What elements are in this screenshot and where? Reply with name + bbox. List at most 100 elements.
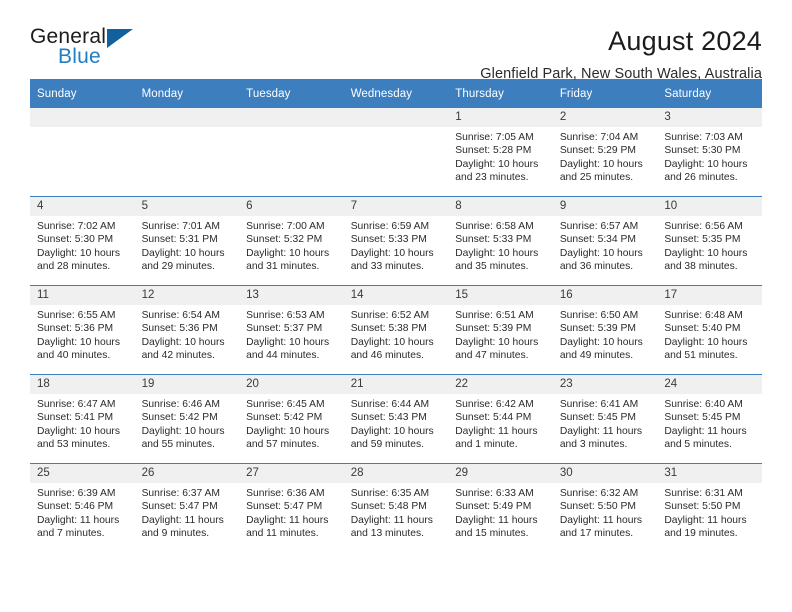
calendar-day-cell[interactable]: 6 Sunrise: 7:00 AM Sunset: 5:32 PM Daylight… — [239, 196, 344, 286]
sunrise-text: Sunrise: 6:42 AM — [455, 399, 534, 410]
daylight-text: Daylight: 10 hours and 49 minutes. — [559, 336, 643, 362]
sunrise-text: Sunrise: 6:40 AM — [664, 399, 743, 410]
day-details: Sunrise: 6:32 AM Sunset: 5:50 PM Daylight:… — [553, 483, 658, 541]
sunrise-text: Sunrise: 6:37 AM — [141, 488, 220, 499]
header-titles: August 2024 Glenfield Park, New South Wa… — [145, 26, 762, 83]
weekday-header-monday: Monday — [134, 79, 240, 108]
calendar-day-cell[interactable]: 17 Sunrise: 6:48 AM Sunset: 5:40 PM Dayligh… — [657, 285, 762, 375]
calendar-page: General Blue August 2024 Glenfield Park,… — [0, 0, 792, 612]
daylight-text: Daylight: 10 hours and 29 minutes. — [141, 247, 225, 273]
sunset-text: Sunset: 5:34 PM — [559, 234, 636, 246]
sunset-text: Sunset: 5:50 PM — [559, 501, 636, 513]
day-details: Sunrise: 6:59 AM Sunset: 5:33 PM Daylight:… — [344, 216, 449, 274]
day-number: 8 — [448, 197, 553, 216]
calendar-day-cell[interactable]: 12 Sunrise: 6:54 AM Sunset: 5:36 PM Dayligh… — [134, 285, 240, 375]
calendar-day-cell[interactable]: 4 Sunrise: 7:02 AM Sunset: 5:30 PM Daylight… — [30, 196, 135, 286]
calendar-day-cell[interactable]: 16 Sunrise: 6:50 AM Sunset: 5:39 PM Dayligh… — [552, 285, 658, 375]
day-details: Sunrise: 6:56 AM Sunset: 5:35 PM Daylight:… — [657, 216, 762, 274]
sunset-text: Sunset: 5:32 PM — [246, 234, 323, 246]
calendar-day-cell[interactable]: 31 Sunrise: 6:31 AM Sunset: 5:50 PM Dayligh… — [657, 463, 762, 552]
calendar-day-cell[interactable]: 28 Sunrise: 6:35 AM Sunset: 5:48 PM Dayligh… — [343, 463, 449, 552]
day-number: 25 — [30, 464, 135, 483]
day-details: Sunrise: 6:58 AM Sunset: 5:33 PM Daylight:… — [448, 216, 553, 274]
sunset-text: Sunset: 5:28 PM — [455, 145, 532, 157]
sunrise-text: Sunrise: 6:55 AM — [37, 310, 116, 321]
day-details: Sunrise: 7:01 AM Sunset: 5:31 PM Daylight:… — [135, 216, 240, 274]
daylight-text: Daylight: 10 hours and 57 minutes. — [246, 425, 330, 451]
day-number: 23 — [552, 375, 658, 394]
sunset-text: Sunset: 5:39 PM — [455, 323, 532, 335]
day-number: 20 — [239, 375, 344, 394]
sunrise-text: Sunrise: 6:41 AM — [559, 399, 639, 410]
daylight-text: Daylight: 11 hours and 9 minutes. — [141, 514, 224, 540]
calendar-day-cell[interactable]: 20 Sunrise: 6:45 AM Sunset: 5:42 PM Dayligh… — [239, 374, 344, 464]
calendar-day-cell[interactable]: 11 Sunrise: 6:55 AM Sunset: 5:36 PM Dayligh… — [30, 285, 135, 375]
calendar-day-cell[interactable]: 30 Sunrise: 6:32 AM Sunset: 5:50 PM Dayligh… — [552, 463, 658, 552]
calendar-day-cell[interactable]: 19 Sunrise: 6:46 AM Sunset: 5:42 PM Dayligh… — [134, 374, 240, 464]
day-number: 28 — [343, 464, 449, 483]
day-details: Sunrise: 7:04 AM Sunset: 5:29 PM Daylight:… — [553, 127, 658, 185]
sunrise-text: Sunrise: 6:56 AM — [664, 221, 743, 232]
sunrise-text: Sunrise: 6:48 AM — [664, 310, 743, 321]
day-number: 16 — [552, 286, 658, 305]
calendar-day-cell[interactable]: 22 Sunrise: 6:42 AM Sunset: 5:44 PM Dayligh… — [448, 374, 553, 464]
calendar-day-cell[interactable]: 8 Sunrise: 6:58 AM Sunset: 5:33 PM Daylight… — [448, 196, 553, 286]
calendar-week-row: 25 Sunrise: 6:39 AM Sunset: 5:46 PM Dayligh… — [30, 463, 762, 552]
calendar-day-cell[interactable]: 10 Sunrise: 6:56 AM Sunset: 5:35 PM Dayligh… — [657, 196, 762, 286]
calendar-day-cell[interactable]: 18 Sunrise: 6:47 AM Sunset: 5:41 PM Dayligh… — [30, 374, 135, 464]
calendar-day-cell[interactable]: 14 Sunrise: 6:52 AM Sunset: 5:38 PM Dayligh… — [343, 285, 449, 375]
day-details: Sunrise: 6:52 AM Sunset: 5:38 PM Daylight:… — [344, 305, 449, 363]
calendar-day-cell[interactable]: 3 Sunrise: 7:03 AM Sunset: 5:30 PM Daylight… — [657, 108, 762, 197]
day-number: 14 — [343, 286, 449, 305]
sunset-text: Sunset: 5:36 PM — [141, 323, 218, 335]
calendar-day-cell[interactable]: 7 Sunrise: 6:59 AM Sunset: 5:33 PM Daylight… — [343, 196, 449, 286]
calendar-body: 1 Sunrise: 7:05 AM Sunset: 5:28 PM Daylight… — [30, 108, 762, 552]
calendar-day-cell[interactable]: 21 Sunrise: 6:44 AM Sunset: 5:43 PM Dayligh… — [343, 374, 449, 464]
day-number: 17 — [657, 286, 762, 305]
calendar-day-cell[interactable]: 26 Sunrise: 6:37 AM Sunset: 5:47 PM Dayligh… — [134, 463, 240, 552]
calendar-day-cell[interactable]: 27 Sunrise: 6:36 AM Sunset: 5:47 PM Dayligh… — [239, 463, 344, 552]
day-details: Sunrise: 6:51 AM Sunset: 5:39 PM Daylight:… — [448, 305, 553, 363]
daylight-text: Daylight: 10 hours and 40 minutes. — [37, 336, 120, 362]
day-details: Sunrise: 6:47 AM Sunset: 5:41 PM Daylight:… — [30, 394, 135, 452]
sunset-text: Sunset: 5:47 PM — [141, 501, 218, 513]
day-number: 2 — [552, 108, 658, 127]
day-number: 24 — [657, 375, 762, 394]
day-details: Sunrise: 6:48 AM Sunset: 5:40 PM Daylight:… — [657, 305, 762, 363]
sunset-text: Sunset: 5:29 PM — [559, 145, 636, 157]
calendar-week-row: 1 Sunrise: 7:05 AM Sunset: 5:28 PM Daylight… — [30, 108, 762, 197]
weekday-header-row: Sunday Monday Tuesday Wednesday Thursday… — [30, 79, 762, 108]
calendar-day-cell[interactable]: 24 Sunrise: 6:40 AM Sunset: 5:45 PM Dayligh… — [657, 374, 762, 464]
sunset-text: Sunset: 5:38 PM — [350, 323, 427, 335]
sunrise-text: Sunrise: 6:31 AM — [664, 488, 743, 499]
day-number: 9 — [552, 197, 658, 216]
daylight-text: Daylight: 10 hours and 44 minutes. — [246, 336, 330, 362]
calendar-day-cell[interactable]: 5 Sunrise: 7:01 AM Sunset: 5:31 PM Daylight… — [134, 196, 240, 286]
day-number: 3 — [657, 108, 762, 127]
calendar-week-row: 11 Sunrise: 6:55 AM Sunset: 5:36 PM Dayligh… — [30, 285, 762, 375]
brand-logo[interactable]: General Blue — [30, 26, 145, 74]
calendar-day-cell[interactable]: 1 Sunrise: 7:05 AM Sunset: 5:28 PM Daylight… — [448, 108, 553, 197]
day-details: Sunrise: 6:54 AM Sunset: 5:36 PM Daylight:… — [135, 305, 240, 363]
day-number: 26 — [134, 464, 240, 483]
calendar-day-cell[interactable]: 25 Sunrise: 6:39 AM Sunset: 5:46 PM Dayligh… — [30, 463, 135, 552]
calendar-day-cell[interactable]: 29 Sunrise: 6:33 AM Sunset: 5:49 PM Dayligh… — [448, 463, 553, 552]
calendar-day-cell[interactable]: 15 Sunrise: 6:51 AM Sunset: 5:39 PM Dayligh… — [448, 285, 553, 375]
sunrise-text: Sunrise: 7:01 AM — [141, 221, 220, 232]
sunrise-sunset-calendar: Sunday Monday Tuesday Wednesday Thursday… — [30, 79, 762, 552]
daylight-text: Daylight: 10 hours and 59 minutes. — [350, 425, 434, 451]
day-details: Sunrise: 6:57 AM Sunset: 5:34 PM Daylight:… — [553, 216, 658, 274]
sunrise-text: Sunrise: 6:44 AM — [350, 399, 430, 410]
sunset-text: Sunset: 5:49 PM — [455, 501, 532, 513]
calendar-day-cell[interactable]: 23 Sunrise: 6:41 AM Sunset: 5:45 PM Dayligh… — [552, 374, 658, 464]
calendar-day-cell[interactable]: 9 Sunrise: 6:57 AM Sunset: 5:34 PM Daylight… — [552, 196, 658, 286]
sunset-text: Sunset: 5:35 PM — [664, 234, 741, 246]
daylight-text: Daylight: 11 hours and 17 minutes. — [559, 514, 643, 540]
daylight-text: Daylight: 10 hours and 55 minutes. — [141, 425, 225, 451]
day-number — [343, 108, 449, 127]
calendar-day-cell[interactable]: 13 Sunrise: 6:53 AM Sunset: 5:37 PM Dayligh… — [239, 285, 344, 375]
brand-triangle-icon — [107, 29, 133, 48]
calendar-day-cell[interactable]: 2 Sunrise: 7:04 AM Sunset: 5:29 PM Daylight… — [552, 108, 658, 197]
daylight-text: Daylight: 10 hours and 35 minutes. — [455, 247, 539, 273]
sunset-text: Sunset: 5:37 PM — [246, 323, 323, 335]
